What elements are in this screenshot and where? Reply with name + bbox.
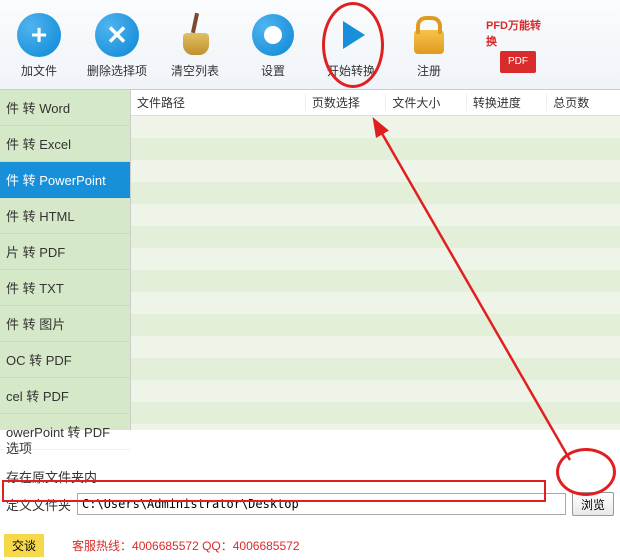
sidebar: 件 转 Word件 转 Excel件 转 PowerPoint件 转 HTML片… (0, 90, 130, 430)
brand-logo: PFD万能转换 PDF (468, 0, 568, 89)
register-button[interactable]: 注册 (390, 0, 468, 89)
toolbar: + 加文件 ✕ 删除选择项 清空列表 设置 开始转换 注册 PFD万能转换 PD… (0, 0, 620, 90)
sidebar-item-2[interactable]: 件 转 PowerPoint (0, 162, 130, 198)
sidebar-item-4[interactable]: 片 转 PDF (0, 234, 130, 270)
custom-folder-input[interactable] (77, 493, 566, 515)
col-progress[interactable]: 转换进度 (467, 94, 547, 111)
col-path[interactable]: 文件路径 (131, 94, 306, 111)
sidebar-item-6[interactable]: 件 转 图片 (0, 306, 130, 342)
add-file-button[interactable]: + 加文件 (0, 0, 78, 89)
custom-folder-label[interactable]: 定义文件夹 (6, 495, 71, 514)
register-label: 注册 (417, 62, 441, 79)
table-row (131, 160, 620, 182)
start-label: 开始转换 (327, 62, 375, 79)
table-body[interactable] (131, 116, 620, 430)
clear-list-button[interactable]: 清空列表 (156, 0, 234, 89)
gear-icon (252, 14, 294, 56)
table-header: 文件路径 页数选择 文件大小 转换进度 总页数 (131, 90, 620, 116)
remove-selection-button[interactable]: ✕ 删除选择项 (78, 0, 156, 89)
table-row (131, 380, 620, 402)
table-row (131, 336, 620, 358)
x-icon: ✕ (95, 13, 139, 57)
chat-button[interactable]: 交谈 (4, 534, 44, 557)
sidebar-item-8[interactable]: cel 转 PDF (0, 378, 130, 414)
content-area: 文件路径 页数选择 文件大小 转换进度 总页数 (130, 90, 620, 430)
clear-label: 清空列表 (171, 62, 219, 79)
remove-label: 删除选择项 (87, 62, 147, 79)
table-row (131, 182, 620, 204)
play-icon (343, 21, 365, 49)
footer: 交谈 客服热线：4006685572 QQ：4006685572 (0, 532, 620, 558)
hotline-text: 客服热线：4006685572 QQ：4006685572 (72, 537, 299, 554)
col-size[interactable]: 文件大小 (386, 94, 466, 111)
sidebar-item-5[interactable]: 件 转 TXT (0, 270, 130, 306)
sidebar-item-7[interactable]: OC 转 PDF (0, 342, 130, 378)
broom-icon (175, 13, 215, 57)
main-area: 件 转 Word件 转 Excel件 转 PowerPoint件 转 HTML片… (0, 90, 620, 430)
table-row (131, 292, 620, 314)
table-row (131, 248, 620, 270)
save-in-source-option[interactable]: 存在原文件夹内 (6, 467, 614, 486)
table-row (131, 226, 620, 248)
pdf-badge-icon: PDF (500, 51, 536, 73)
table-row (131, 358, 620, 380)
table-row (131, 204, 620, 226)
plus-icon: + (17, 13, 61, 57)
settings-button[interactable]: 设置 (234, 0, 312, 89)
sidebar-item-1[interactable]: 件 转 Excel (0, 126, 130, 162)
table-row (131, 116, 620, 138)
add-file-label: 加文件 (21, 62, 57, 79)
table-row (131, 402, 620, 424)
lock-icon (414, 30, 444, 54)
col-total[interactable]: 总页数 (547, 94, 620, 111)
sidebar-item-3[interactable]: 件 转 HTML (0, 198, 130, 234)
start-convert-button[interactable]: 开始转换 (312, 0, 390, 89)
settings-label: 设置 (261, 62, 285, 79)
table-row (131, 314, 620, 336)
table-row (131, 138, 620, 160)
brand-text: PFD万能转换 (486, 17, 550, 49)
table-row (131, 270, 620, 292)
browse-button[interactable]: 浏览 (572, 492, 614, 516)
col-pages[interactable]: 页数选择 (306, 94, 386, 111)
sidebar-item-0[interactable]: 件 转 Word (0, 90, 130, 126)
